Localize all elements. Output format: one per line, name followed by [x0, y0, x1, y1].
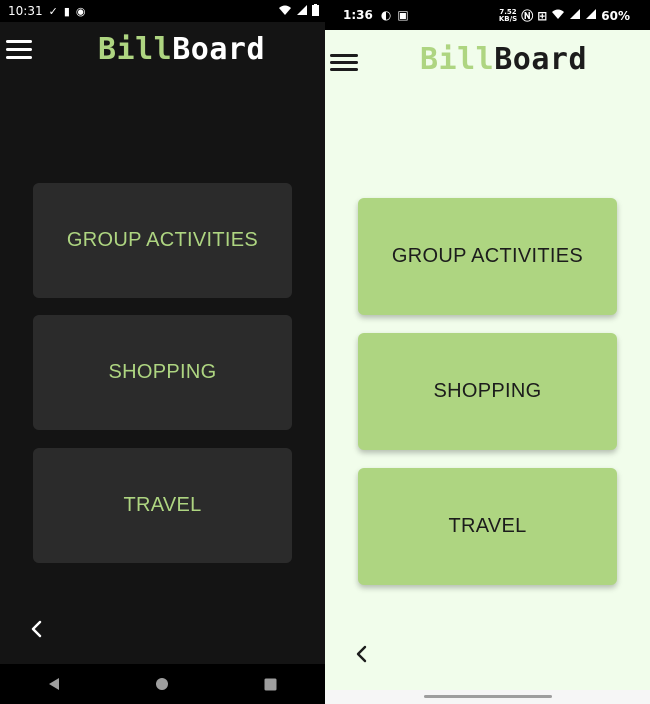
image-icon: ▣: [397, 8, 409, 22]
group-activities-button[interactable]: GROUP ACTIVITIES: [33, 183, 292, 298]
signal-icon: [569, 8, 581, 23]
status-time: 1:36: [343, 8, 373, 22]
group-activities-button[interactable]: GROUP ACTIVITIES: [358, 198, 617, 315]
app-logo: BillBoard: [98, 32, 266, 67]
wifi-icon: [278, 4, 292, 19]
nfc-icon: Ⓝ: [521, 9, 534, 23]
home-circle-icon[interactable]: [153, 675, 171, 693]
shopping-button[interactable]: SHOPPING: [358, 333, 617, 450]
hamburger-menu-icon[interactable]: [330, 54, 358, 72]
wifi-icon: [551, 8, 565, 23]
sd-card-icon: ▮: [63, 4, 70, 18]
status-time: 10:31: [8, 4, 43, 18]
back-triangle-icon[interactable]: [45, 675, 63, 693]
signal-icon: [585, 8, 597, 23]
back-arrow-icon[interactable]: [28, 620, 46, 638]
vpn-icon: ◉: [75, 4, 86, 18]
signal-icon: [296, 4, 308, 19]
check-icon: ✓: [48, 4, 58, 18]
back-arrow-icon[interactable]: [353, 645, 371, 663]
system-navigation-bar: [0, 664, 325, 704]
dark-screen: 10:31 ✓ ▮ ◉ BillBoard GROUP ACTIVITIES S…: [0, 0, 325, 704]
battery-icon: [312, 4, 319, 19]
gesture-handle[interactable]: [424, 695, 552, 698]
speed-indicator: 7.52 KB/S: [498, 7, 518, 23]
light-screen: 1:36 ◐ ▣ 7.52 KB/S Ⓝ ⊞ 60% BillBoard GRO…: [325, 0, 650, 704]
shopping-button[interactable]: SHOPPING: [33, 315, 292, 430]
status-bar: 1:36 ◐ ▣ 7.52 KB/S Ⓝ ⊞ 60%: [325, 0, 650, 30]
status-bar: 10:31 ✓ ▮ ◉: [0, 0, 325, 22]
recents-square-icon[interactable]: [262, 675, 280, 693]
travel-button[interactable]: TRAVEL: [358, 468, 617, 585]
hamburger-menu-icon[interactable]: [6, 40, 32, 60]
battery-percent: 60%: [601, 8, 630, 23]
app-logo: BillBoard: [420, 42, 588, 77]
volte-icon: ⊞: [537, 8, 548, 23]
travel-button[interactable]: TRAVEL: [33, 448, 292, 563]
pocket-icon: ◐: [380, 8, 392, 22]
